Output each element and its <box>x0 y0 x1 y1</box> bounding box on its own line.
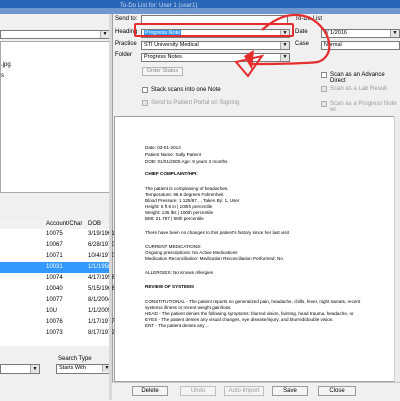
doc-line: DOB: 01/01/2005 Age: 9 years 2 months <box>145 159 228 164</box>
doc-line: ENT - The patient denies any ... <box>145 323 210 328</box>
doc-line: CURRENT MEDICATIONS: <box>145 244 202 249</box>
doc-line: Blood Pressure: 1 125/87 , , Taken By: 1… <box>145 198 240 203</box>
doc-line: HEAD - The patient denies the following … <box>145 311 354 316</box>
doc-line: BMI: 21.787 | 95th percentile <box>145 216 204 221</box>
doc-line: Medication Reconciliation: Medication Re… <box>145 256 283 261</box>
doc-line: There have been no changes to this patie… <box>145 230 289 235</box>
doc-line: Ongoing prescriptions: No Active Medicat… <box>145 250 238 255</box>
doc-heading: REVIEW OF SYSTEMS <box>145 284 195 289</box>
save-button[interactable]: Save <box>272 386 308 396</box>
doc-heading: CHIEF COMPLAINT/HPI: <box>145 171 198 176</box>
doc-line: Temperature: 98.6 degrees Fahrenheit <box>145 192 224 197</box>
delete-button[interactable]: Delete <box>132 386 168 396</box>
document-scrollbar[interactable] <box>394 116 400 382</box>
doc-line: Weight: 135 lbs | 100th percentile <box>145 210 214 215</box>
doc-line: CONSTITUTIONAL - The patient reports no … <box>145 299 361 304</box>
doc-line: Patient Name: Sally Patient <box>145 152 201 157</box>
doc-line: systemic illness or recent weight gain/l… <box>145 305 232 310</box>
doc-line: Date: 03-01-2014 <box>145 145 181 150</box>
undo-button[interactable]: Undo <box>180 386 216 396</box>
doc-line: The patient is complaining of headaches. <box>145 186 229 191</box>
doc-line: Height: 5 ft 6 in | 100th percentile <box>145 204 213 209</box>
auto-import-button[interactable]: Auto Import <box>224 386 264 396</box>
doc-line: ALLERGIES: No Known Allergies <box>145 270 213 275</box>
close-button[interactable]: Close <box>318 386 356 396</box>
doc-line: EYES - The patient denies any visual cha… <box>145 317 334 322</box>
document-preview[interactable]: Date: 03-01-2014 Patient Name: Sally Pat… <box>114 116 400 382</box>
